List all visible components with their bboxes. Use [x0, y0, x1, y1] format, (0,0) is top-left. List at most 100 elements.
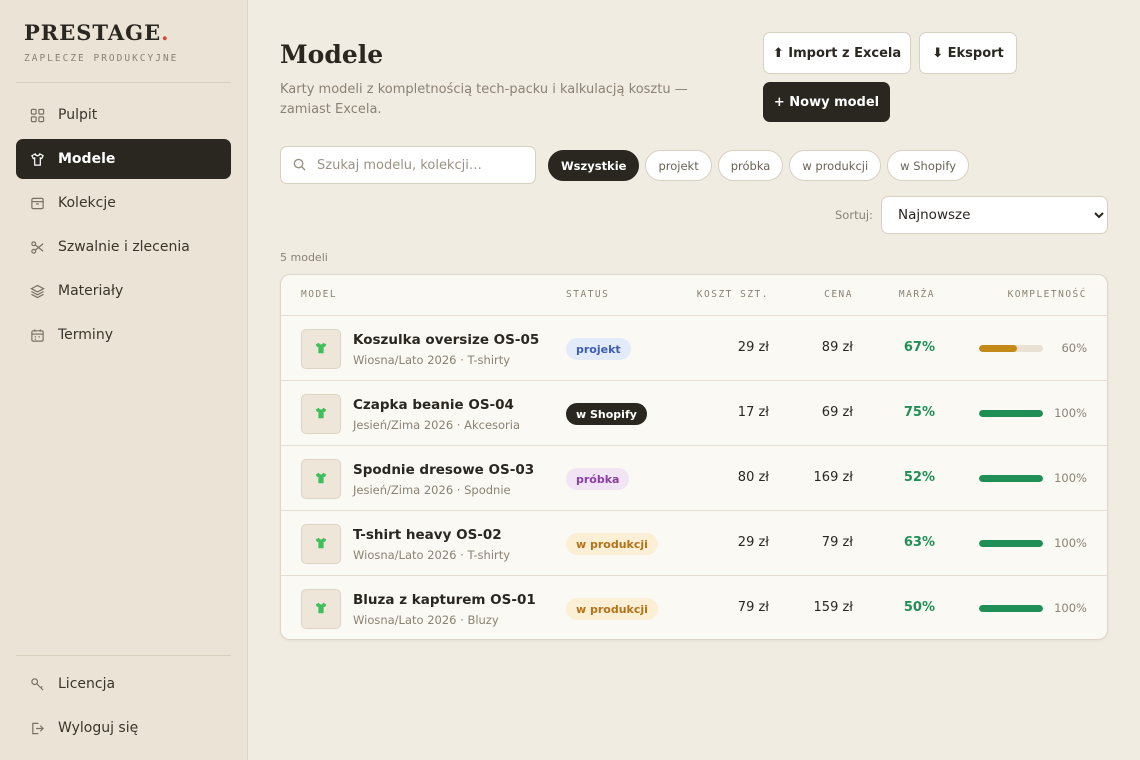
- import-excel-button[interactable]: ⬆ Import z Excela: [763, 32, 911, 74]
- margin: 75%: [903, 405, 935, 420]
- model-thumbnail: [301, 459, 341, 499]
- completeness-percent: 100%: [1054, 536, 1087, 550]
- sidebar-nav: Pulpit Modele Kolekcje Szwalnie i zlecen…: [16, 95, 231, 359]
- model-name[interactable]: Czapka beanie OS-04: [353, 397, 514, 413]
- model-collection: Wiosna/Lato 2026 · T-shirty: [353, 548, 511, 562]
- unit-cost: 29 zł: [737, 340, 769, 355]
- column-header-cost[interactable]: KOSZT SZT.: [697, 289, 769, 300]
- archive-icon: [29, 195, 45, 211]
- completeness-percent: 60%: [1061, 341, 1087, 355]
- price: 159 zł: [813, 600, 853, 615]
- sidebar-item-terminy[interactable]: Terminy: [16, 315, 231, 355]
- calendar-icon: [29, 327, 45, 343]
- completeness-bar-fill: [979, 605, 1043, 612]
- page-description: Karty modeli z kompletnością tech-packu …: [280, 82, 688, 117]
- filter-chip[interactable]: w Shopify: [887, 150, 970, 181]
- column-header-margin[interactable]: MARŻA: [899, 289, 935, 300]
- filter-chip[interactable]: Wszystkie: [548, 150, 640, 181]
- sidebar-item-pulpit[interactable]: Pulpit: [16, 95, 231, 135]
- sidebar-divider: [16, 655, 231, 656]
- model-thumbnail: [301, 329, 341, 369]
- table-row[interactable]: Koszulka oversize OS-05 Wiosna/Lato 2026 …: [281, 316, 1107, 381]
- sidebar-item-label: Kolekcje: [58, 195, 116, 211]
- status-badge: w Shopify: [566, 403, 647, 425]
- sidebar: PRESTAGE. ZAPLECZE PRODUKCYJNE Pulpit Mo…: [0, 0, 248, 760]
- completeness-bar-fill: [979, 540, 1043, 547]
- search-input[interactable]: [317, 157, 517, 173]
- brand-subtitle: ZAPLECZE PRODUKCYJNE: [24, 53, 179, 64]
- logout-icon: [29, 720, 45, 736]
- completeness-bar-fill: [979, 475, 1043, 482]
- status-filter-chips: Wszystkie projekt próbka w produkcji w Shopi…: [548, 150, 975, 181]
- sidebar-bottom-nav: Licencja Wyloguj się: [16, 664, 231, 752]
- page-title: Modele: [280, 40, 384, 69]
- margin: 50%: [903, 600, 935, 615]
- sidebar-item-materialy[interactable]: Materiały: [16, 271, 231, 311]
- completeness-bar: [979, 345, 1043, 352]
- sort-select[interactable]: Najnowsze: [881, 196, 1108, 234]
- completeness-bar-fill: [979, 345, 1018, 352]
- shirt-icon: [314, 340, 328, 359]
- price: 89 zł: [821, 340, 853, 355]
- completeness-bar: [979, 540, 1043, 547]
- model-collection: Wiosna/Lato 2026 · T-shirty: [353, 353, 511, 367]
- search-box[interactable]: [280, 146, 536, 184]
- new-model-button[interactable]: + Nowy model: [763, 82, 890, 122]
- column-header-status[interactable]: STATUS: [566, 289, 609, 300]
- shirt-icon: [314, 535, 328, 554]
- table-header: MODEL STATUS KOSZT SZT. CENA MARŻA KOMPL…: [281, 275, 1107, 316]
- column-header-model[interactable]: MODEL: [301, 289, 337, 300]
- margin: 67%: [903, 340, 935, 355]
- status-badge: projekt: [566, 338, 631, 360]
- scissors-icon: [29, 239, 45, 255]
- sidebar-item-label: Modele: [58, 151, 116, 167]
- table-body: Koszulka oversize OS-05 Wiosna/Lato 2026 …: [281, 316, 1107, 639]
- price: 169 zł: [813, 470, 853, 485]
- sidebar-item-label: Pulpit: [58, 107, 98, 123]
- models-table: MODEL STATUS KOSZT SZT. CENA MARŻA KOMPL…: [280, 274, 1108, 640]
- shirt-icon: [29, 151, 45, 167]
- table-row[interactable]: Czapka beanie OS-04 Jesień/Zima 2026 · Ak…: [281, 381, 1107, 446]
- sidebar-item-label: Materiały: [58, 283, 124, 299]
- table-row[interactable]: T-shirt heavy OS-02 Wiosna/Lato 2026 · T-…: [281, 511, 1107, 576]
- brand[interactable]: PRESTAGE. ZAPLECZE PRODUKCYJNE: [24, 20, 178, 64]
- table-row[interactable]: Spodnie dresowe OS-03 Jesień/Zima 2026 · …: [281, 446, 1107, 511]
- sidebar-item-label: Wyloguj się: [58, 720, 139, 736]
- status-badge: w produkcji: [566, 533, 658, 555]
- sidebar-item-wyloguj[interactable]: Wyloguj się: [16, 708, 231, 748]
- completeness-bar-fill: [979, 410, 1043, 417]
- filter-chip[interactable]: w produkcji: [789, 150, 882, 181]
- model-collection: Jesień/Zima 2026 · Akcesoria: [353, 418, 521, 432]
- export-button[interactable]: ⬇ Eksport: [919, 32, 1017, 74]
- shirt-icon: [314, 600, 328, 619]
- model-thumbnail: [301, 589, 341, 629]
- column-header-completeness[interactable]: KOMPLETNOŚĆ: [1008, 289, 1087, 300]
- status-badge: w produkcji: [566, 598, 658, 620]
- table-row[interactable]: Bluza z kapturem OS-01 Wiosna/Lato 2026 ·…: [281, 576, 1107, 639]
- model-name[interactable]: Bluza z kapturem OS-01: [353, 592, 536, 608]
- sidebar-item-szwalnie[interactable]: Szwalnie i zlecenia: [16, 227, 231, 267]
- sidebar-item-licencja[interactable]: Licencja: [16, 664, 231, 704]
- filter-chip[interactable]: próbka: [717, 150, 784, 181]
- model-name[interactable]: Koszulka oversize OS-05: [353, 332, 539, 348]
- margin: 63%: [903, 535, 935, 550]
- column-header-price[interactable]: CENA: [824, 289, 853, 300]
- model-name[interactable]: T-shirt heavy OS-02: [353, 527, 502, 543]
- status-badge: próbka: [566, 468, 630, 490]
- brand-logo: PRESTAGE.: [24, 20, 170, 45]
- completeness-bar: [979, 410, 1043, 417]
- unit-cost: 29 zł: [737, 535, 769, 550]
- shirt-icon: [314, 405, 328, 424]
- sidebar-item-modele[interactable]: Modele: [16, 139, 231, 179]
- search-icon: [293, 156, 306, 175]
- model-name[interactable]: Spodnie dresowe OS-03: [353, 462, 534, 478]
- filter-chip[interactable]: projekt: [645, 150, 712, 181]
- sidebar-item-kolekcje[interactable]: Kolekcje: [16, 183, 231, 223]
- sidebar-item-label: Terminy: [58, 327, 113, 343]
- completeness-percent: 100%: [1054, 406, 1087, 420]
- unit-cost: 79 zł: [737, 600, 769, 615]
- sidebar-item-label: Licencja: [58, 676, 116, 692]
- grid-icon: [29, 107, 45, 123]
- price: 69 zł: [821, 405, 853, 420]
- model-collection: Jesień/Zima 2026 · Spodnie: [353, 483, 511, 497]
